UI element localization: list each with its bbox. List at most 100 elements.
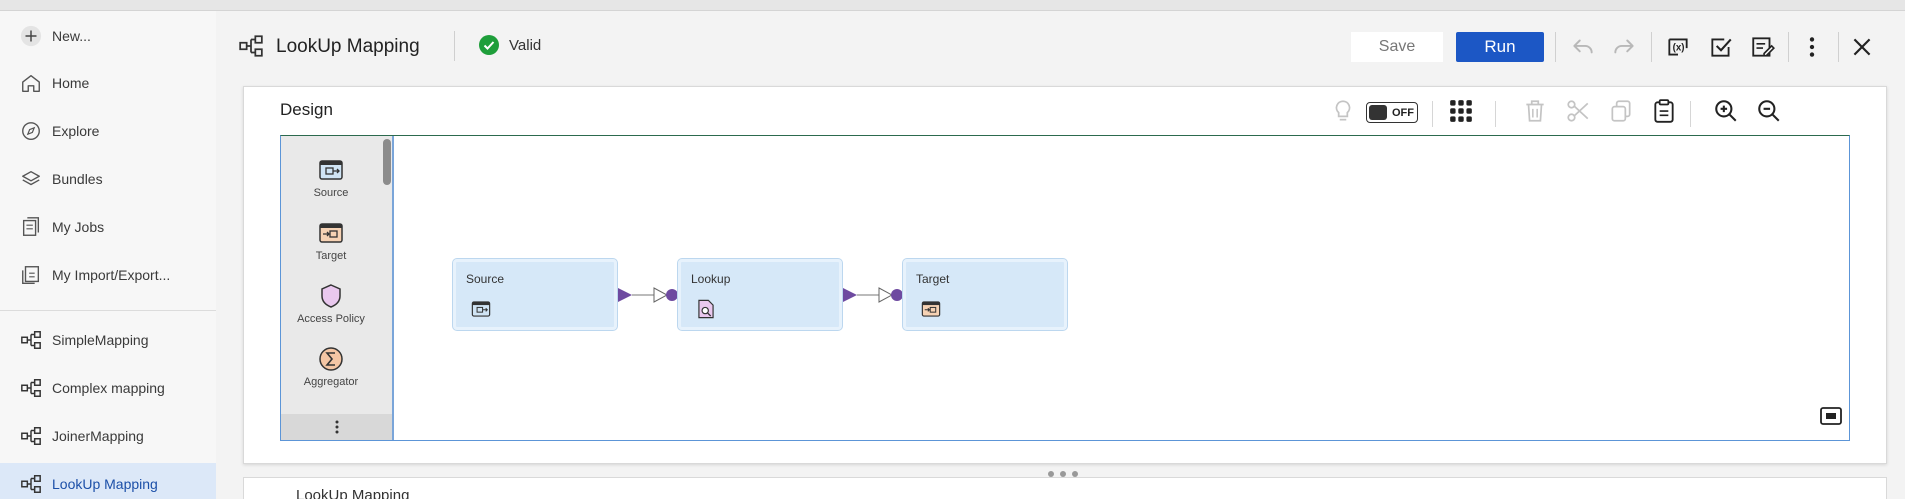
validate-button[interactable] (1705, 31, 1737, 63)
undo-button[interactable] (1567, 31, 1599, 63)
paste-button[interactable] (1648, 95, 1680, 127)
palette-label: Aggregator (303, 376, 359, 388)
properties-title: LookUp Mapping (296, 487, 410, 499)
palette-more-button[interactable] (281, 414, 392, 440)
sidebar-item-my-import-export[interactable]: My Import/Export... (18, 262, 170, 288)
sidebar-item-my-jobs[interactable]: My Jobs (18, 214, 104, 240)
source-icon (319, 160, 343, 180)
sidebar-divider (0, 310, 216, 311)
design-title: Design (280, 100, 333, 119)
sidebar-item-label: My Jobs (52, 219, 105, 235)
more-options-button[interactable] (1796, 31, 1828, 63)
sidebar-item-joinermapping[interactable]: JoinerMapping (18, 423, 144, 449)
node-source[interactable]: Source (452, 258, 618, 331)
svg-text:(x): (x) (1673, 42, 1685, 53)
toolbar-divider (1555, 32, 1556, 62)
mapping-icon (18, 375, 44, 401)
parameters-icon: (x) (1668, 38, 1688, 56)
transformation-palette: Source Target Access Policy Aggregator (281, 136, 394, 440)
link-lookup-target (843, 287, 903, 303)
properties-panel: LookUp Mapping (243, 477, 1887, 499)
lookup-icon (698, 299, 714, 319)
header-divider (454, 31, 455, 61)
recommendations-toggle[interactable]: OFF (1366, 102, 1418, 123)
recommendations-button[interactable] (1327, 95, 1359, 127)
parameters-button[interactable]: (x) (1662, 31, 1694, 63)
sidebar-item-label: LookUp Mapping (52, 476, 158, 492)
sidebar-item-explore[interactable]: Explore (18, 118, 99, 144)
palette-item-target[interactable]: Target (281, 219, 381, 262)
sidebar-item-label: SimpleMapping (52, 332, 149, 348)
sidebar-item-label: Explore (52, 123, 100, 139)
palette-scrollbar[interactable] (383, 139, 391, 185)
edit-properties-button[interactable] (1747, 31, 1779, 63)
sidebar-item-label: JoinerMapping (52, 428, 144, 444)
palette-item-access-policy[interactable]: Access Policy (281, 282, 381, 325)
close-button[interactable] (1846, 31, 1878, 63)
palette-item-source[interactable]: Source (281, 156, 381, 199)
palette-item-aggregator[interactable]: Aggregator (281, 345, 381, 388)
node-lookup[interactable]: Lookup (677, 258, 843, 331)
source-icon (471, 301, 491, 317)
sidebar-item-label: New... (52, 28, 91, 44)
sidebar-item-new[interactable]: New... (18, 23, 91, 49)
run-button[interactable]: Run (1456, 32, 1544, 62)
delete-button[interactable] (1519, 95, 1551, 127)
palette-label: Source (313, 187, 349, 199)
sidebar-item-simplemapping[interactable]: SimpleMapping (18, 327, 149, 353)
validate-icon (1711, 38, 1732, 57)
scissors-icon (1567, 100, 1589, 122)
lightbulb-icon (1335, 100, 1351, 121)
mapping-icon (18, 471, 44, 497)
mapping-icon (18, 327, 44, 353)
sidebar-item-home[interactable]: Home (18, 70, 89, 96)
node-label: Lookup (691, 272, 731, 286)
toolbar-divider (1495, 101, 1496, 127)
toggle-knob (1369, 105, 1387, 120)
compass-icon (18, 118, 44, 144)
sidebar-item-label: My Import/Export... (52, 267, 171, 283)
sigma-icon (319, 347, 343, 371)
sidebar-item-complex-mapping[interactable]: Complex mapping (18, 375, 165, 401)
zoom-in-button[interactable] (1710, 95, 1742, 127)
palette-label: Access Policy (297, 313, 365, 325)
mapping-canvas[interactable]: Source Target Access Policy Aggregator S… (280, 135, 1850, 441)
status-badge: Valid (509, 37, 542, 54)
layers-icon (18, 166, 44, 192)
mapping-header: LookUp Mapping Valid Save Run (x) (216, 11, 1905, 81)
toolbar-divider (1788, 32, 1789, 62)
node-label: Source (466, 272, 505, 286)
link-source-lookup (618, 287, 678, 303)
sidebar-item-bundles[interactable]: Bundles (18, 166, 103, 192)
save-button[interactable]: Save (1351, 32, 1443, 62)
cut-button[interactable] (1562, 95, 1594, 127)
toolbar-divider (1690, 101, 1691, 127)
copy-icon (1611, 100, 1631, 122)
redo-button[interactable] (1608, 31, 1640, 63)
toggle-label: OFF (1392, 106, 1414, 119)
sidebar-item-label: Complex mapping (52, 380, 165, 396)
sidebar-item-lookup-mapping[interactable]: LookUp Mapping (18, 471, 158, 497)
copy-button[interactable] (1605, 95, 1637, 127)
more-vertical-icon (335, 420, 338, 434)
sidebar-item-label: Bundles (52, 171, 103, 187)
import-export-icon (18, 262, 44, 288)
sidebar-item-label: Home (52, 75, 90, 91)
sidebar: New... Home Explore Bundles My Jobs My I… (0, 11, 216, 499)
mapping-icon (18, 423, 44, 449)
toolbar-divider (1432, 101, 1433, 127)
page-title: LookUp Mapping (276, 36, 420, 57)
target-icon (319, 223, 343, 243)
undo-icon (1573, 39, 1593, 54)
design-panel: Design OFF Source Target Access Policy A… (243, 86, 1887, 464)
check-circle-icon (479, 35, 499, 55)
jobs-icon (18, 214, 44, 240)
node-target[interactable]: Target (902, 258, 1068, 331)
top-bar (0, 0, 1905, 11)
toolbar-divider (1651, 32, 1652, 62)
fit-to-screen-button[interactable] (1818, 403, 1844, 429)
node-label: Target (916, 272, 950, 286)
zoom-out-button[interactable] (1753, 95, 1785, 127)
arrange-all-button[interactable] (1445, 95, 1477, 127)
shield-icon (321, 284, 341, 308)
